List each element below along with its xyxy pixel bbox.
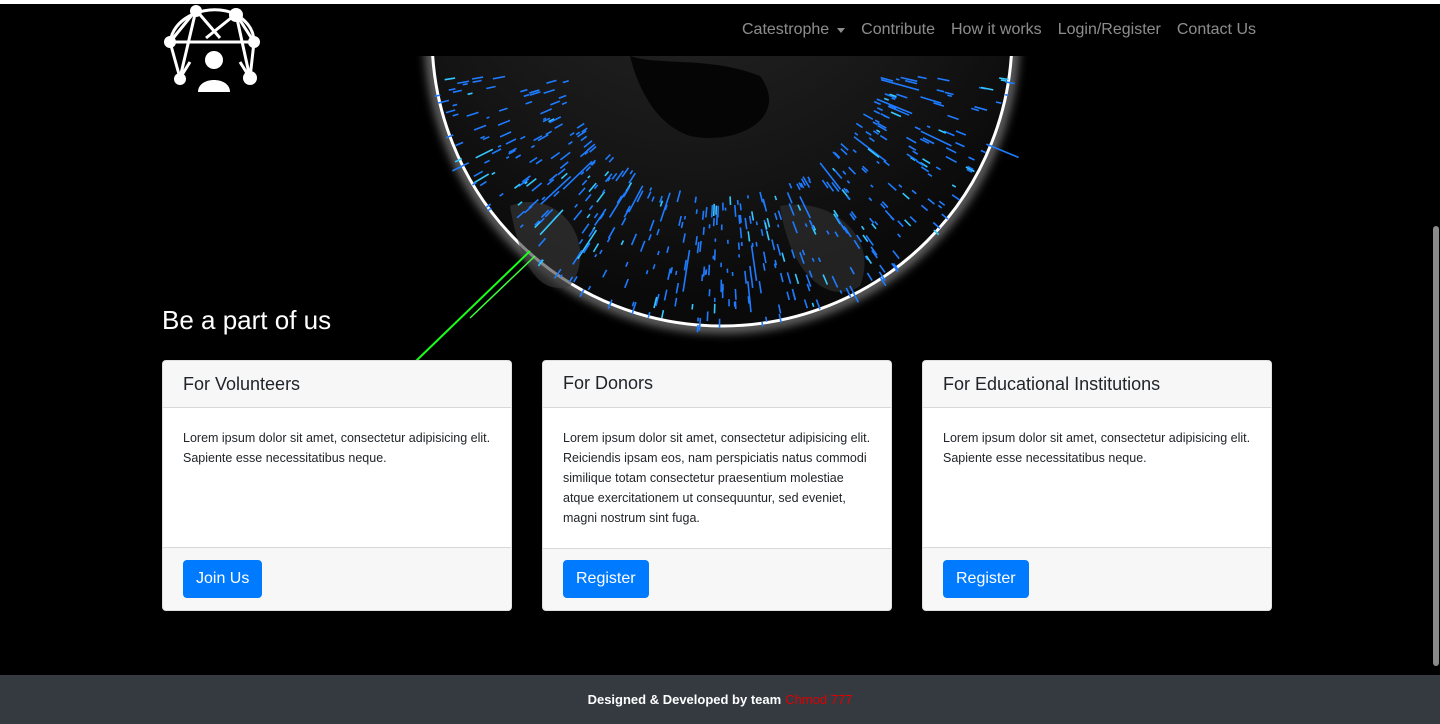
card-educational-institutions: For Educational Institutions Lorem ipsum…	[922, 360, 1272, 611]
globe-spike	[734, 205, 737, 217]
globe-spike	[683, 215, 687, 220]
globe-spike	[462, 83, 468, 86]
nav-login-register[interactable]: Login/Register	[1058, 21, 1161, 39]
globe-spike	[751, 242, 754, 247]
globe-spike	[701, 210, 705, 220]
card-body: Lorem ipsum dolor sit amet, consectetur …	[563, 430, 871, 525]
globe-spike	[755, 241, 758, 247]
page-footer: Designed & Developed by team Chmod 777	[0, 675, 1440, 724]
join-us-button[interactable]: Join Us	[183, 560, 263, 598]
card-header: For Donors	[543, 361, 891, 408]
network-people-logo-icon	[164, 5, 260, 92]
globe-spike	[739, 227, 743, 239]
globe-spike	[675, 270, 678, 276]
card-volunteers: For Volunteers Lorem ipsum dolor sit ame…	[162, 360, 512, 611]
globe-spike	[702, 266, 706, 277]
globe-spike	[777, 224, 780, 228]
donor-register-button[interactable]: Register	[563, 560, 649, 599]
globe-spike	[701, 274, 704, 282]
globe-spike	[710, 204, 714, 218]
section-title: Be a part of us	[162, 305, 332, 335]
globe-spike	[895, 78, 900, 81]
cards-row: For Volunteers Lorem ipsum dolor sit ame…	[162, 360, 1272, 611]
globe-spike	[702, 226, 705, 235]
globe-spike	[1005, 93, 1009, 97]
card-body: Lorem ipsum dolor sit amet, consectetur …	[183, 431, 491, 465]
nav-contribute[interactable]: Contribute	[861, 21, 935, 39]
card-footer: Register	[923, 547, 1271, 610]
globe-svg	[415, 56, 1019, 362]
globe-spike	[691, 303, 694, 310]
globe-visualization	[360, 56, 1100, 366]
globe-spike	[695, 209, 698, 215]
nav-contact-us[interactable]: Contact Us	[1177, 21, 1256, 39]
globe-spike	[738, 214, 741, 224]
globe-spike	[696, 324, 699, 333]
globe-spike	[739, 214, 742, 223]
globe-spike	[708, 264, 711, 276]
globe-spike	[747, 296, 750, 304]
globe-spike	[1000, 79, 1007, 82]
globe-spike	[737, 242, 740, 250]
globe-spike	[698, 317, 702, 331]
card-header: For Educational Institutions	[923, 361, 1271, 408]
card-footer: Join Us	[163, 547, 511, 610]
globe-spike	[755, 221, 758, 226]
globe-spike	[467, 92, 473, 96]
globe-spike	[486, 116, 490, 119]
institution-register-button[interactable]: Register	[943, 560, 1029, 598]
nav-label-catestrophe: Catestrophe	[742, 21, 830, 38]
card-body: Lorem ipsum dolor sit amet, consectetur …	[943, 431, 1251, 465]
card-header: For Volunteers	[163, 361, 511, 408]
globe-spike	[712, 203, 715, 217]
footer-credit: Designed & Developed by team	[587, 692, 782, 707]
site-logo[interactable]	[160, 4, 264, 92]
scrollbar-track[interactable]	[1432, 4, 1440, 674]
globe-spike	[746, 195, 750, 199]
caret-down-icon	[837, 27, 846, 33]
card-donors: For Donors Lorem ipsum dolor sit amet, c…	[542, 360, 892, 611]
globe-spike	[734, 288, 737, 300]
nav-how-it-works[interactable]: How it works	[951, 21, 1042, 39]
globe-spike	[739, 203, 742, 211]
globe-spike	[694, 196, 697, 203]
globe-spike	[705, 207, 708, 218]
scrollbar-thumb[interactable]	[1433, 226, 1439, 666]
nav-catestrophe-dropdown[interactable]: Catestrophe	[742, 21, 846, 39]
footer-team-name: Chmod 777	[785, 692, 853, 707]
globe-spike	[761, 321, 764, 327]
card-footer: Register	[543, 547, 891, 610]
globe-spike	[765, 316, 768, 322]
nav-links: Catestrophe Contribute How it works Logi…	[742, 4, 1256, 56]
globe-spike	[706, 311, 709, 322]
